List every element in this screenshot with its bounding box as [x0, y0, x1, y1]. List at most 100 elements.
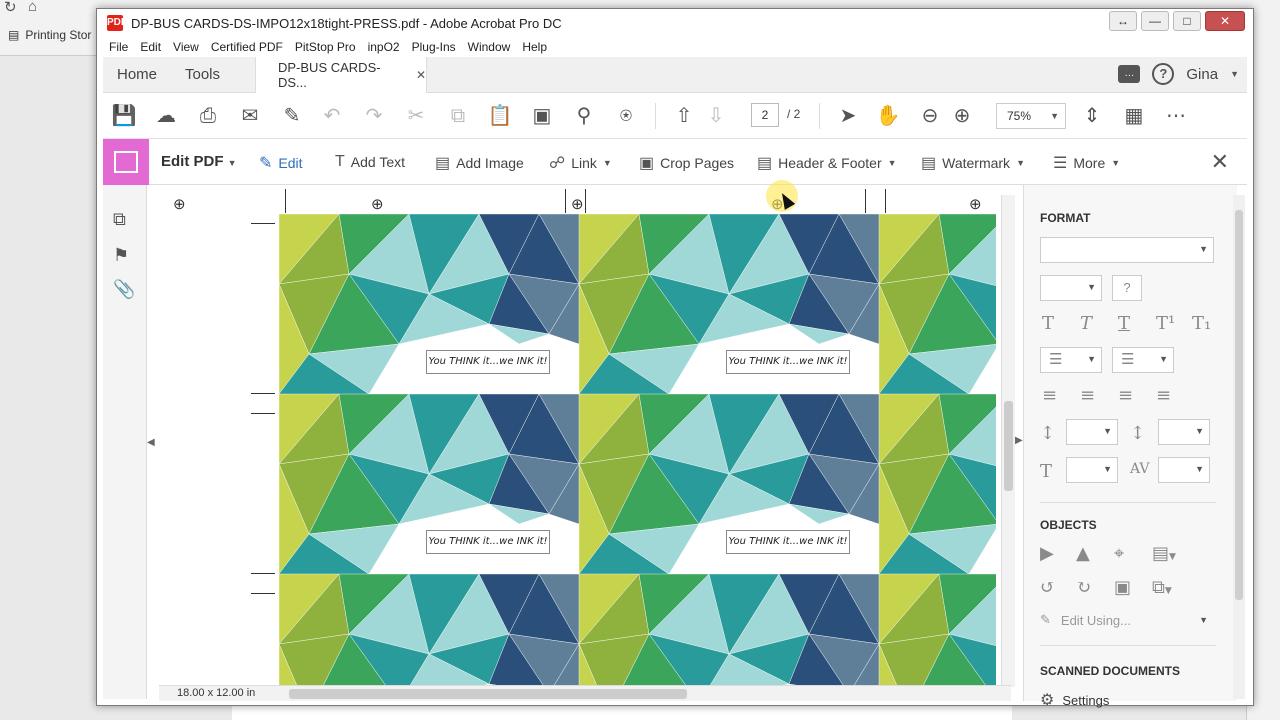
edit-using-select[interactable]: ✎ Edit Using... ▼: [1040, 612, 1208, 628]
menu-edit[interactable]: Edit: [140, 40, 161, 54]
edit-tool[interactable]: ✎ Edit: [259, 153, 303, 173]
menu-pitstop-pro[interactable]: PitStop Pro: [295, 40, 356, 54]
right-panel-scrollbar[interactable]: [1233, 195, 1245, 699]
header-footer-tool[interactable]: ▤ Header & Footer ▼: [757, 153, 897, 173]
user-name[interactable]: Gina: [1186, 66, 1218, 83]
line-spacing-select[interactable]: ▼: [1066, 419, 1118, 445]
text-underline-icon[interactable]: T: [1118, 313, 1130, 334]
close-tab-icon[interactable]: ✕: [416, 68, 426, 82]
flip-vertical-icon[interactable]: ▶: [1040, 543, 1054, 564]
justify-icon[interactable]: ≡: [1156, 385, 1171, 406]
tab-tools[interactable]: Tools: [185, 66, 220, 83]
resize-icon[interactable]: ↔: [1109, 11, 1137, 31]
chevron-down-icon[interactable]: ▼: [1230, 69, 1239, 79]
menu-view[interactable]: View: [173, 40, 199, 54]
next-page-icon[interactable]: ⇩: [703, 103, 729, 129]
align-right-icon[interactable]: ≡: [1118, 385, 1133, 406]
rotate-clockwise-icon[interactable]: ↻: [1076, 577, 1091, 598]
redo-icon[interactable]: ↷: [361, 103, 387, 129]
organize-pages-icon[interactable]: ▦: [1121, 103, 1147, 129]
chevron-down-icon: ▼: [1103, 464, 1112, 474]
scroll-thumb[interactable]: [1004, 401, 1013, 491]
maximize-button[interactable]: □: [1173, 11, 1201, 31]
scrolling-mode-icon[interactable]: ⇕: [1079, 103, 1105, 129]
font-size-select[interactable]: ▼: [1040, 275, 1102, 301]
menu-certified-pdf[interactable]: Certified PDF: [211, 40, 283, 54]
document-vertical-scrollbar[interactable]: [1001, 195, 1015, 687]
horizontal-scaling-select[interactable]: ▼: [1066, 457, 1118, 483]
expand-left-pane-icon[interactable]: ◀: [147, 437, 155, 448]
select-cursor-icon[interactable]: ➤: [835, 103, 861, 129]
help-icon[interactable]: ?: [1152, 63, 1175, 85]
menu-plug-ins[interactable]: Plug-Ins: [412, 40, 456, 54]
arrange-objects-icon[interactable]: ⧉▼: [1152, 577, 1172, 598]
font-family-select[interactable]: ▼: [1040, 237, 1214, 263]
document-view[interactable]: ⊕ ⊕ ⊕ ⊕ ⊕ You THINK it...we INK it! You …: [159, 185, 1011, 685]
zoom-out-icon[interactable]: ⊖: [917, 103, 943, 129]
close-button[interactable]: ✕: [1205, 11, 1245, 31]
save-icon[interactable]: 💾: [111, 103, 137, 129]
scanned-settings-button[interactable]: ⚙ Settings: [1040, 690, 1109, 710]
bullet-list-select[interactable]: ☰ ▼: [1040, 347, 1102, 373]
undo-icon[interactable]: ↶: [319, 103, 345, 129]
add-text-tool[interactable]: T Add Text: [335, 153, 405, 171]
tab-document[interactable]: DP-BUS CARDS-DS... ✕: [255, 57, 427, 93]
comment-icon[interactable]: …: [1118, 65, 1141, 83]
upload-icon[interactable]: ☁: [153, 103, 179, 129]
text-color-button[interactable]: ?: [1112, 275, 1142, 301]
paste-icon[interactable]: 📋: [487, 103, 513, 129]
reload-icon[interactable]: ↻: [4, 0, 17, 16]
menu-inpo2[interactable]: inpO2: [368, 40, 400, 54]
search-icon[interactable]: ⚲: [571, 103, 597, 129]
menu-help[interactable]: Help: [522, 40, 547, 54]
collapse-right-pane-icon[interactable]: ▶: [1015, 435, 1023, 446]
attachments-icon[interactable]: 📎: [113, 279, 135, 300]
more-tools-icon[interactable]: ⋯: [1163, 103, 1189, 129]
rotate-counterclockwise-icon[interactable]: ↺: [1040, 577, 1055, 598]
superscript-icon[interactable]: T¹: [1156, 313, 1175, 334]
share-review-icon[interactable]: ✎: [279, 103, 305, 129]
copy-icon[interactable]: ⧉: [445, 103, 471, 129]
cut-icon[interactable]: ✂: [403, 103, 429, 129]
align-objects-icon[interactable]: ▤▼: [1152, 543, 1176, 564]
edit-pdf-menu[interactable]: Edit PDF ▼: [161, 153, 237, 170]
replace-image-icon[interactable]: ▣: [1114, 577, 1131, 598]
link-tool[interactable]: ☍ Link ▼: [549, 153, 612, 173]
zoom-in-icon[interactable]: ⊕: [949, 103, 975, 129]
email-icon[interactable]: ✉: [237, 103, 263, 129]
subscript-icon[interactable]: T₁: [1192, 313, 1211, 334]
scroll-thumb[interactable]: [1235, 210, 1243, 600]
minimize-button[interactable]: —: [1141, 11, 1169, 31]
character-spacing-select[interactable]: ▼: [1158, 457, 1210, 483]
tab-home[interactable]: Home: [117, 66, 157, 83]
find-icon[interactable]: ⍟: [613, 103, 639, 129]
previous-page-icon[interactable]: ⇧: [671, 103, 697, 129]
horizontal-scroll-thumb[interactable]: [289, 689, 687, 699]
edit-pdf-icon[interactable]: [103, 139, 149, 185]
align-left-icon[interactable]: ≡: [1042, 385, 1057, 406]
page-thumbnails-icon[interactable]: ⧉: [113, 209, 126, 230]
numbered-list-select[interactable]: ☰ ▼: [1112, 347, 1174, 373]
page-number-input[interactable]: 2: [751, 103, 779, 127]
bookmark-item[interactable]: ▤ Printing Stor: [8, 28, 91, 42]
snapshot-icon[interactable]: ▣: [529, 103, 555, 129]
add-image-tool[interactable]: ▤ Add Image: [435, 153, 524, 173]
close-edit-icon[interactable]: ✕: [1211, 149, 1229, 175]
flip-horizontal-icon[interactable]: ▲: [1076, 543, 1090, 564]
zoom-select[interactable]: 75% ▼: [996, 103, 1066, 129]
home-icon[interactable]: ⌂: [28, 0, 37, 15]
bookmarks-icon[interactable]: ⚑: [113, 245, 129, 266]
menu-window[interactable]: Window: [468, 40, 511, 54]
more-tool[interactable]: ☰ More ▼: [1053, 153, 1120, 173]
text-italic-icon[interactable]: T: [1080, 313, 1092, 334]
align-center-icon[interactable]: ≡: [1080, 385, 1095, 406]
hand-tool-icon[interactable]: ✋: [875, 103, 901, 129]
watermark-tool[interactable]: ▤ Watermark ▼: [921, 153, 1025, 173]
business-card: [579, 574, 879, 685]
crop-pages-tool[interactable]: ▣ Crop Pages: [639, 153, 734, 173]
crop-image-icon[interactable]: ⌖: [1114, 543, 1124, 564]
print-icon[interactable]: ⎙: [195, 103, 221, 129]
text-regular-icon[interactable]: T: [1042, 313, 1054, 334]
menu-file[interactable]: File: [109, 40, 128, 54]
paragraph-spacing-select[interactable]: ▼: [1158, 419, 1210, 445]
